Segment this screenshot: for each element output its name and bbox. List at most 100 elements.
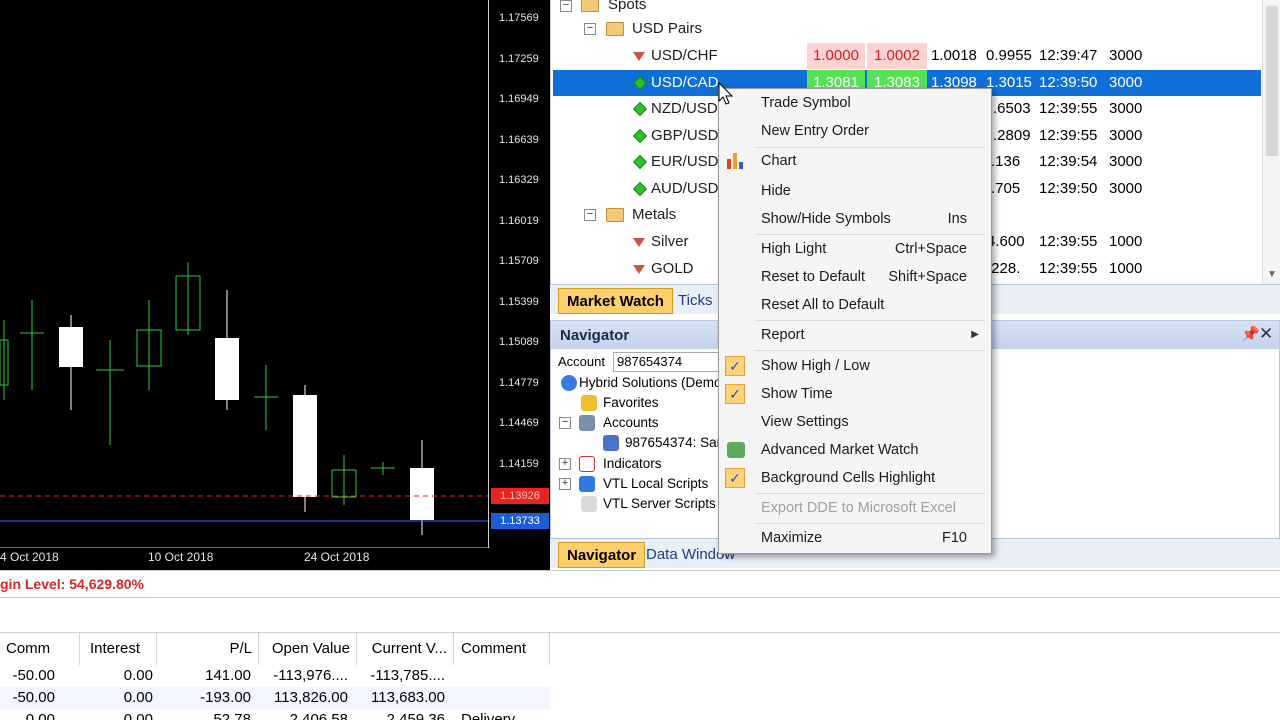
low-cell: .2809 [993,127,1031,144]
scrollbar-thumb[interactable] [1266,6,1278,156]
expand-toggle-icon[interactable]: + [559,478,571,490]
account-field[interactable]: 987654374 [613,352,721,372]
checkmark-icon: ✓ [725,356,745,376]
pin-icon[interactable]: 📌 [1241,325,1260,343]
menu-item-label: Show Time [761,386,833,402]
current-value-cell: -113,785.... [370,667,445,684]
menu-item-trade-symbol[interactable]: Trade Symbol [719,90,991,116]
symbol-row[interactable]: USD/CHF 1.0000 1.0002 1.0018 0.9955 12:3… [551,43,1261,69]
column-header-pl[interactable]: P/L [157,633,259,665]
tree-item-label: 987654374: Sar [625,435,722,450]
tree-item-label: VTL Local Scripts [603,476,709,491]
column-header-comment[interactable]: Comment [454,633,550,665]
account-label: Account [558,354,605,369]
tab-navigator[interactable]: Navigator [558,542,646,568]
menu-item-reset-all-to-default[interactable]: Reset All to Default [719,292,991,318]
tab-ticks[interactable]: Ticks [670,288,720,314]
price-tick: 1.16329 [499,174,539,186]
table-row[interactable]: -50.00 0.00 141.00 -113,976.... -113,785… [0,665,550,687]
menu-item-label: Export DDE to Microsoft Excel [761,500,956,516]
collapse-toggle-icon[interactable]: − [584,209,596,221]
menu-item-label: Reset All to Default [761,297,885,313]
low-cell: .136 [991,153,1021,170]
price-chart[interactable]: 1.17569 1.17259 1.16949 1.16639 1.16329 … [0,0,550,570]
menu-item-view-settings[interactable]: View Settings [719,409,991,435]
price-tick: 1.17569 [499,12,539,24]
candle-body [293,395,317,497]
collapse-toggle-icon[interactable]: − [560,0,572,12]
bid-cell: 1.0000 [807,43,865,69]
folder-row-usd-pairs[interactable]: − USD Pairs [551,16,1261,42]
menu-item-show-time[interactable]: ✓ Show Time [719,381,991,407]
time-label: 10 Oct 2018 [148,550,214,564]
menu-item-label: Report [761,327,805,343]
low-cell: 4.600 [987,233,1025,250]
chart-icon [727,153,745,169]
down-arrow-icon [633,265,645,274]
tree-item-label: Accounts [603,415,659,430]
low-cell: 0.9955 [986,47,1032,64]
collapse-toggle-icon[interactable]: − [584,23,596,35]
price-tick: 1.14779 [499,377,539,389]
menu-item-show-hide-symbols[interactable]: Show/Hide Symbols Ins [719,206,991,232]
price-tick: 1.17259 [499,53,539,65]
candle-body [215,338,239,400]
menu-item-reset-to-default[interactable]: Reset to Default Shift+Space [719,264,991,290]
shortcut-label: Ins [947,211,967,227]
up-arrow-icon [632,154,648,170]
margin-level-text: gin Level: 54,629.80% [0,576,144,592]
current-value-cell: 113,683.00 [371,689,445,706]
column-header-interest[interactable]: Interest [80,633,157,665]
globe-icon [561,375,577,391]
column-header-open-value[interactable]: Open Value [259,633,357,665]
price-tick: 1.16949 [499,93,539,105]
indicator-icon [579,456,595,472]
status-bar: gin Level: 54,629.80% [0,570,1280,598]
tree-item-label: Indicators [603,456,662,471]
market-watch-scrollbar[interactable]: ▼ [1262,0,1280,284]
menu-item-show-high-low[interactable]: ✓ Show High / Low [719,353,991,379]
menu-item-background-cells-highlight[interactable]: ✓ Background Cells Highlight [719,465,991,491]
scroll-down-icon[interactable]: ▼ [1267,269,1277,280]
menu-item-advanced-market-watch[interactable]: Advanced Market Watch [719,437,991,463]
menu-item-export-dde: Export DDE to Microsoft Excel [719,495,991,521]
down-arrow-icon [633,52,645,61]
folder-label: Metals [632,206,677,223]
submenu-arrow-icon: ▶ [971,329,979,340]
menu-item-chart[interactable]: Chart [719,148,991,174]
menu-separator [755,523,985,524]
time-label: 4 Oct 2018 [0,550,59,564]
collapse-toggle-icon[interactable]: − [559,417,571,429]
tab-market-watch[interactable]: Market Watch [558,288,673,314]
menu-item-maximize[interactable]: Maximize F10 [719,525,991,551]
table-row[interactable]: -50.00 0.00 -193.00 113,826.00 113,683.0… [0,687,550,709]
menu-item-label: Chart [761,153,797,169]
account-row: Account 987654374 [555,352,725,372]
tree-item-label: Favorites [603,395,659,410]
low-cell: .6503 [993,100,1031,117]
price-scale[interactable]: 1.17569 1.17259 1.16949 1.16639 1.16329 … [488,0,550,548]
menu-separator [755,493,985,494]
menu-separator [755,234,985,235]
time-cell: 12:39:54 [1039,153,1098,170]
menu-item-hide[interactable]: Hide [719,178,991,204]
expand-toggle-icon[interactable]: + [559,458,571,470]
symbol-name: GOLD [651,260,694,277]
column-header-current-value[interactable]: Current V... [357,633,454,665]
down-arrow-icon [633,238,645,247]
menu-item-label: Maximize [761,530,823,546]
low-cell: .705 [991,180,1021,197]
close-icon[interactable]: ✕ [1259,324,1273,344]
menu-item-label: Hide [761,183,791,199]
table-row[interactable]: 0.00 0.00 52.78 2,406.58 2,459.36 Delive… [0,709,550,720]
menu-item-label: Reset to Default [761,269,865,285]
menu-item-new-entry-order[interactable]: New Entry Order [719,118,991,144]
low-cell: .228. [987,260,1021,277]
column-header-comm[interactable]: Comm [0,633,80,665]
menu-item-report[interactable]: Report ▶ [719,322,991,348]
checkmark-icon: ✓ [725,468,745,488]
time-cell: 12:39:55 [1039,260,1098,277]
menu-item-label: Trade Symbol [761,95,851,111]
comm-cell: -50.00 [12,689,55,706]
menu-item-high-light[interactable]: High Light Ctrl+Space [719,236,991,262]
